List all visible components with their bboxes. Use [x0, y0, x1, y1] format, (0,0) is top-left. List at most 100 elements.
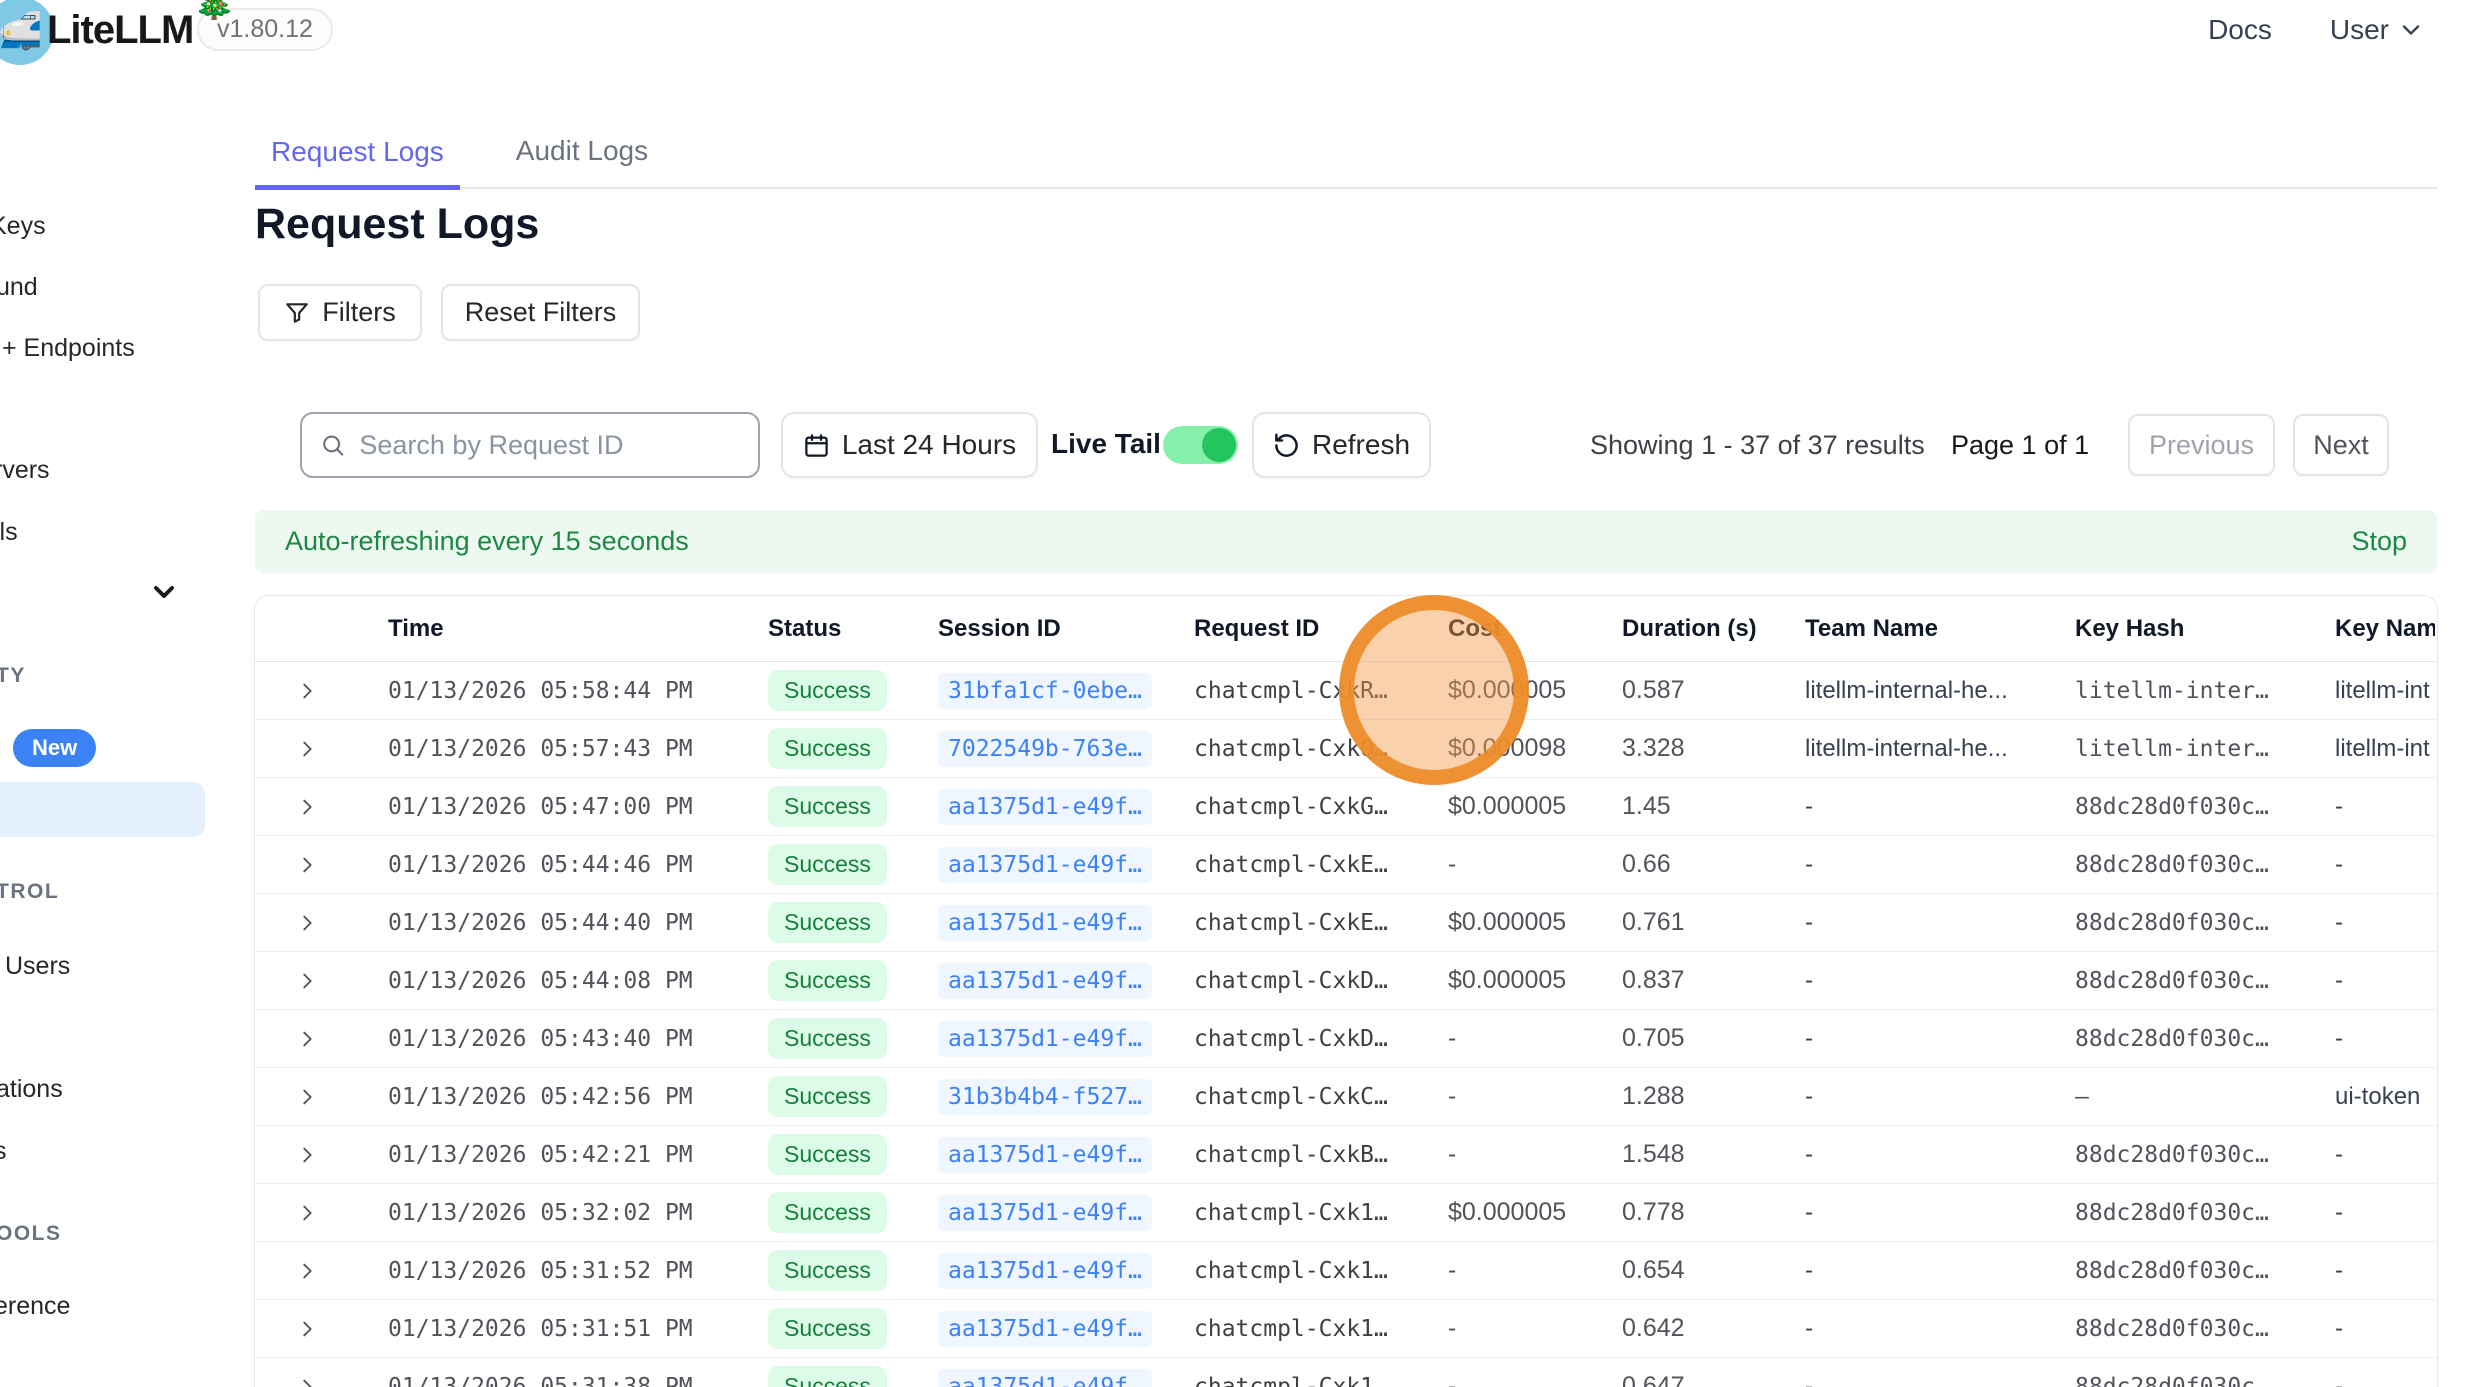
cell-key-name: -: [2335, 1315, 2435, 1343]
session-id-link[interactable]: aa1375d1-e49f…: [938, 1137, 1152, 1173]
refresh-button[interactable]: Refresh: [1252, 412, 1431, 478]
cell-team-name: -: [1805, 1025, 2075, 1053]
results-count: Showing 1 - 37 of 37 results: [1590, 430, 1925, 461]
cell-key-name: -: [2335, 1141, 2435, 1169]
cell-key-name: litellm-int: [2335, 735, 2435, 763]
sidebar-collapse-chevron-icon[interactable]: [148, 576, 180, 608]
session-id-link[interactable]: aa1375d1-e49f…: [938, 847, 1152, 883]
filters-button[interactable]: Filters: [258, 284, 422, 341]
expand-row-icon[interactable]: [296, 1202, 318, 1224]
sidebar-item-logs-selected[interactable]: [0, 782, 205, 837]
session-id-link[interactable]: aa1375d1-e49f…: [938, 1021, 1152, 1057]
cell-team-name: litellm-internal-he...: [1805, 677, 2075, 705]
page-title: Request Logs: [255, 200, 539, 249]
funnel-icon: [284, 300, 310, 326]
status-badge: Success: [768, 786, 887, 827]
previous-page-button[interactable]: Previous: [2128, 414, 2275, 476]
expand-row-icon[interactable]: [296, 912, 318, 934]
sidebar-item-organizations[interactable]: ations: [0, 1075, 63, 1104]
sidebar-item-teams[interactable]: s: [0, 1137, 7, 1166]
cell-key-hash: 88dc28d0f030c…: [2075, 1316, 2335, 1342]
cell-duration: 1.288: [1622, 1082, 1805, 1111]
expand-row-icon[interactable]: [296, 854, 318, 876]
cell-team-name: litellm-internal-he...: [1805, 735, 2075, 763]
sidebar-item-guardrails[interactable]: ils: [0, 518, 18, 547]
col-duration: Duration (s): [1622, 615, 1805, 643]
cell-cost: $0.000005: [1448, 676, 1622, 705]
session-id-link[interactable]: aa1375d1-e49f…: [938, 1253, 1152, 1289]
expand-row-icon[interactable]: [296, 1086, 318, 1108]
cell-status: Success: [768, 1134, 938, 1175]
sidebar-section-tools: OOLS: [0, 1222, 62, 1246]
expand-row-icon[interactable]: [296, 1260, 318, 1282]
reset-filters-button[interactable]: Reset Filters: [441, 284, 640, 341]
session-id-link[interactable]: aa1375d1-e49f…: [938, 963, 1152, 999]
expand-row-icon[interactable]: [296, 680, 318, 702]
stop-auto-refresh-link[interactable]: Stop: [2351, 526, 2407, 557]
table-row: 01/13/2026 05:44:40 PMSuccessaa1375d1-e4…: [255, 894, 2437, 952]
live-tail-toggle[interactable]: [1163, 426, 1238, 464]
cell-cost: $0.000005: [1448, 1198, 1622, 1227]
session-id-link[interactable]: aa1375d1-e49f…: [938, 1311, 1152, 1347]
sidebar-item-servers[interactable]: rvers: [0, 456, 50, 485]
docs-link[interactable]: Docs: [2208, 14, 2272, 46]
cell-status: Success: [768, 670, 938, 711]
expand-row-icon[interactable]: [296, 796, 318, 818]
session-id-link[interactable]: aa1375d1-e49f…: [938, 1195, 1152, 1231]
toggle-knob: [1202, 428, 1236, 462]
cell-key-name: -: [2335, 793, 2435, 821]
cell-time: 01/13/2026 05:44:08 PM: [388, 968, 768, 994]
expand-row-icon[interactable]: [296, 1028, 318, 1050]
cell-request-id: chatcmpl-CxkR…: [1194, 678, 1448, 704]
cell-cost: -: [1448, 850, 1622, 879]
search-icon: [320, 431, 345, 459]
expand-row-icon[interactable]: [296, 1318, 318, 1340]
session-id-link[interactable]: aa1375d1-e49f…: [938, 789, 1152, 825]
cell-team-name: -: [1805, 1141, 2075, 1169]
calendar-icon: [803, 432, 830, 459]
auto-refresh-text: Auto-refreshing every 15 seconds: [285, 526, 689, 557]
cell-team-name: -: [1805, 851, 2075, 879]
session-id-link[interactable]: aa1375d1-e49f…: [938, 905, 1152, 941]
session-id-link[interactable]: 31bfa1cf-0ebe…: [938, 673, 1152, 709]
sidebar-item-endpoints[interactable]: + Endpoints: [2, 334, 135, 363]
cell-time: 01/13/2026 05:42:56 PM: [388, 1084, 768, 1110]
expand-row-icon[interactable]: [296, 1144, 318, 1166]
table-row: 01/13/2026 05:57:43 PMSuccess7022549b-76…: [255, 720, 2437, 778]
expand-row-icon[interactable]: [296, 738, 318, 760]
cell-key-hash: 88dc28d0f030c…: [2075, 794, 2335, 820]
cell-request-id: chatcmpl-CxkD…: [1194, 968, 1448, 994]
table-row: 01/13/2026 05:31:52 PMSuccessaa1375d1-e4…: [255, 1242, 2437, 1300]
sidebar-item-playground[interactable]: und: [0, 273, 38, 302]
cell-time: 01/13/2026 05:57:43 PM: [388, 736, 768, 762]
cell-session-id: aa1375d1-e49f…: [938, 1369, 1194, 1387]
refresh-label: Refresh: [1312, 429, 1410, 461]
expand-row-icon[interactable]: [296, 1376, 318, 1387]
sidebar-item-users[interactable]: Users: [5, 952, 70, 981]
search-input[interactable]: [359, 430, 740, 461]
cell-status: Success: [768, 1192, 938, 1233]
status-badge: Success: [768, 670, 887, 711]
user-menu[interactable]: User: [2330, 14, 2425, 46]
cell-time: 01/13/2026 05:44:40 PM: [388, 910, 768, 936]
expand-row-icon[interactable]: [296, 970, 318, 992]
cell-team-name: -: [1805, 967, 2075, 995]
cell-session-id: 31b3b4b4-f527…: [938, 1079, 1194, 1115]
time-range-button[interactable]: Last 24 Hours: [781, 412, 1038, 478]
cell-session-id: aa1375d1-e49f…: [938, 1021, 1194, 1057]
tab-request-logs[interactable]: Request Logs: [255, 136, 460, 190]
table-row: 01/13/2026 05:32:02 PMSuccessaa1375d1-e4…: [255, 1184, 2437, 1242]
next-page-button[interactable]: Next: [2293, 414, 2389, 476]
cell-time: 01/13/2026 05:42:21 PM: [388, 1142, 768, 1168]
tab-audit-logs[interactable]: Audit Logs: [500, 135, 664, 187]
sidebar-item-api-reference[interactable]: erence: [0, 1292, 70, 1321]
cell-key-name: -: [2335, 909, 2435, 937]
cell-session-id: aa1375d1-e49f…: [938, 1195, 1194, 1231]
status-badge: Success: [768, 1250, 887, 1291]
session-id-link[interactable]: 7022549b-763e…: [938, 731, 1152, 767]
cell-status: Success: [768, 844, 938, 885]
sidebar-item-keys[interactable]: Keys: [0, 212, 46, 241]
col-team-name: Team Name: [1805, 615, 2075, 643]
session-id-link[interactable]: aa1375d1-e49f…: [938, 1369, 1152, 1387]
session-id-link[interactable]: 31b3b4b4-f527…: [938, 1079, 1152, 1115]
